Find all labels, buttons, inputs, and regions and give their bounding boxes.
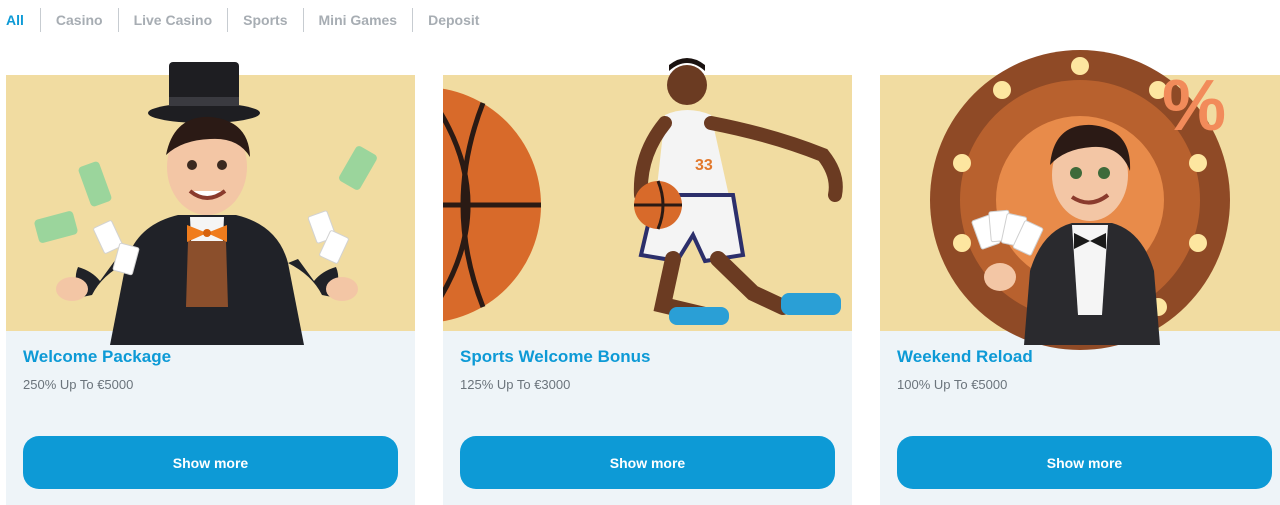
card-title: Weekend Reload [897, 347, 1033, 366]
casino-dealer-illustration: % [880, 50, 1280, 350]
card-subtitle: 100% Up To €5000 [897, 377, 1008, 392]
card-title: Sports Welcome Bonus [460, 347, 651, 366]
tab-all[interactable]: All [0, 8, 40, 32]
tab-deposit[interactable]: Deposit [412, 8, 494, 32]
tab-casino[interactable]: Casino [39, 8, 118, 32]
tab-live-casino[interactable]: Live Casino [117, 8, 228, 32]
magician-illustration [6, 62, 415, 345]
show-more-button[interactable]: Show more [460, 436, 835, 489]
jersey-number: 33 [695, 157, 713, 174]
promo-card-sports-welcome-bonus: 33 Sports Welcome Bonus 125% Up To €3000… [443, 58, 852, 505]
card-subtitle: 125% Up To €3000 [460, 377, 571, 392]
show-more-button[interactable]: Show more [23, 436, 398, 489]
basketball-player-illustration: 33 [443, 58, 852, 331]
promo-card-weekend-reload: % Weekend Reload 100% Up To €5000 Show m… [880, 50, 1280, 505]
card-subtitle: 250% Up To €5000 [23, 377, 134, 392]
category-tabs: All Casino Live Casino Sports Mini Games… [0, 0, 1280, 40]
percent-sign-icon: % [1162, 66, 1226, 146]
promo-card-welcome-package: Welcome Package 250% Up To €5000 Show mo… [6, 62, 415, 505]
tab-sports[interactable]: Sports [227, 8, 302, 32]
tab-mini-games[interactable]: Mini Games [302, 8, 413, 32]
show-more-button[interactable]: Show more [897, 436, 1272, 489]
card-title: Welcome Package [23, 347, 172, 366]
